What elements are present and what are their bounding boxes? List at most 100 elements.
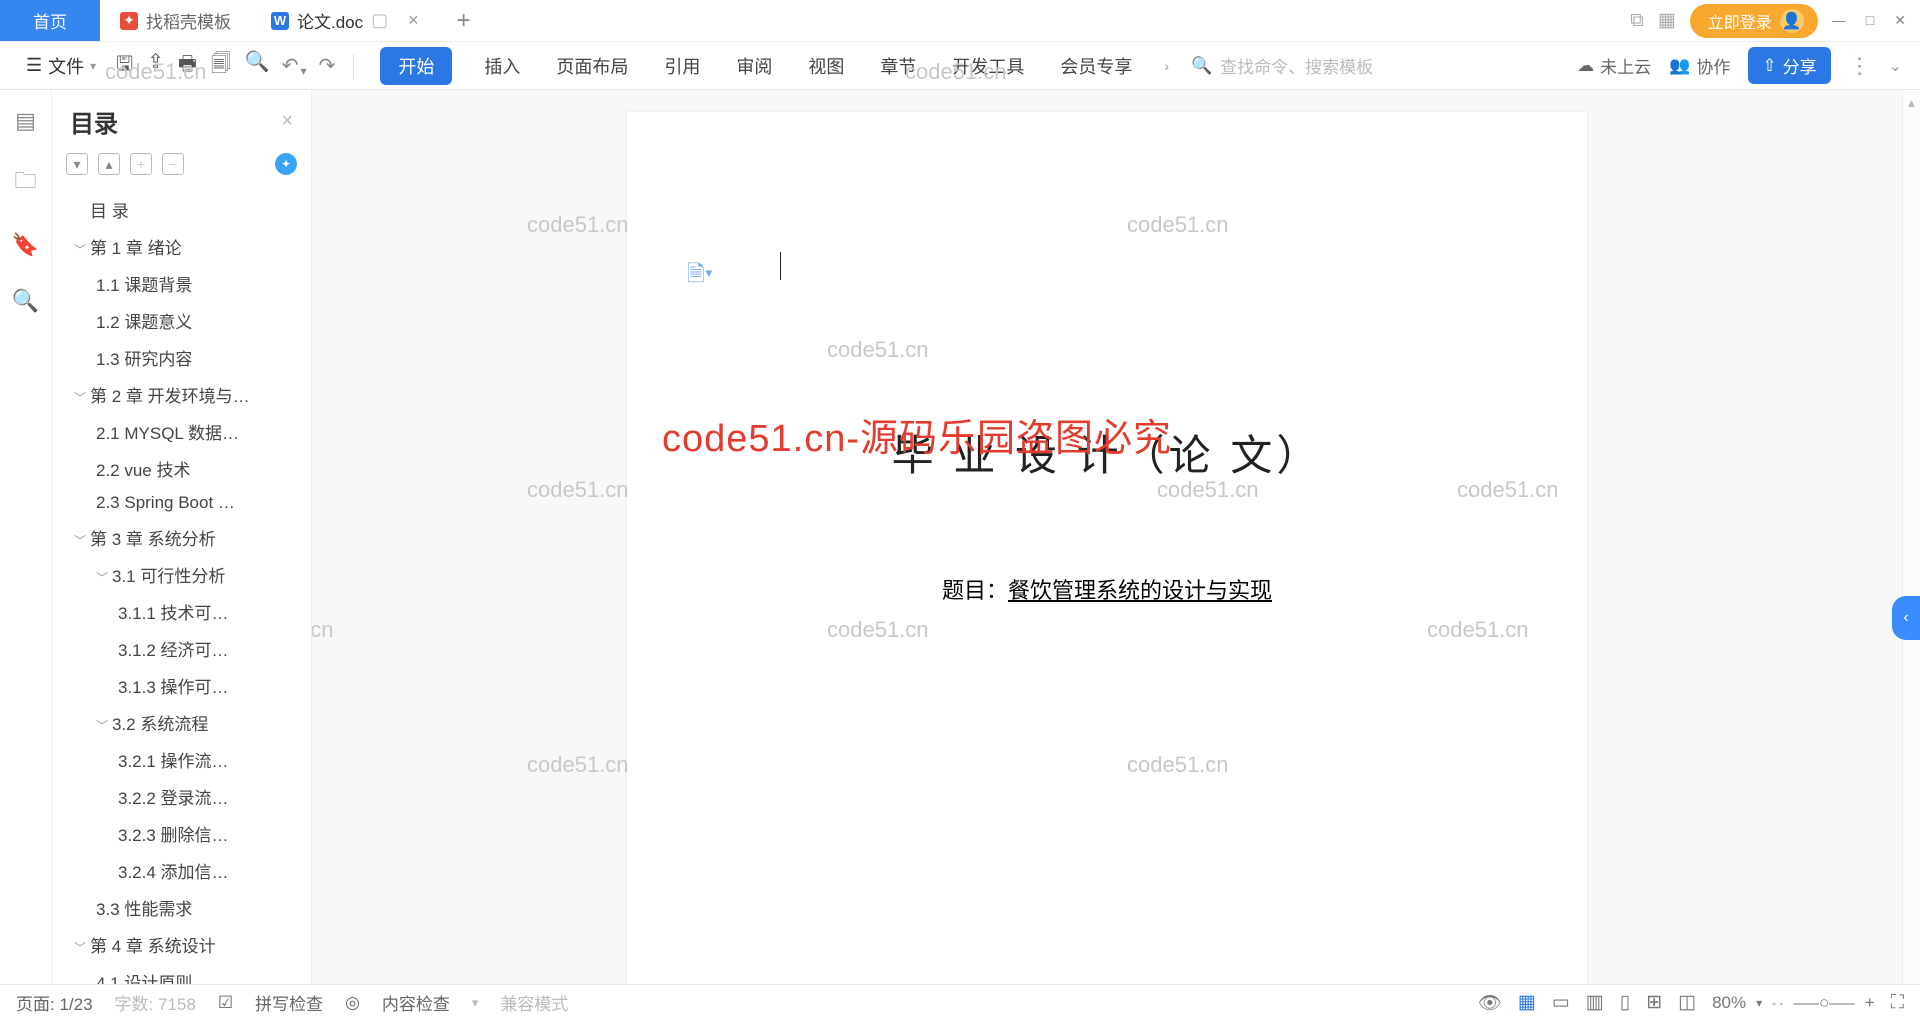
save-icon[interactable]: 🖫 [116,49,133,83]
word-icon: W [271,12,289,30]
ribbon-tab-dev[interactable]: 开发工具 [948,47,1028,85]
command-search[interactable]: 🔍 查找命令、搜索模板 [1191,53,1431,78]
outline-item[interactable]: 4.1 设计原则 [56,963,305,984]
view-read-icon[interactable]: ▯ [1620,991,1630,1014]
ribbon-tab-chapter[interactable]: 章节 [876,47,920,85]
outline-item[interactable]: 1.3 研究内容 [56,339,305,376]
tab-home[interactable]: 首页 [0,0,100,41]
outline-rail-icon[interactable]: ▤ [15,108,36,134]
collapse-ribbon[interactable]: ⌄ [1889,56,1902,76]
scroll-up-icon[interactable]: ▲ [1906,96,1918,110]
zoom-in-button[interactable]: + [1865,993,1875,1013]
title-tab-bar: 首页 ✦ 找稻壳模板 W 论文.doc ▢ × + ⧉ ▦ 立即登录 👤 — □… [0,0,1920,42]
note-icon[interactable]: ◫ [1678,991,1696,1014]
ribbon-tab-view[interactable]: 视图 [804,47,848,85]
document-page[interactable]: 🗎▾ 毕 业 设 计（论 文） 题目：餐饮管理系统的设计与实现 code51.c… [627,112,1587,984]
view-web-icon[interactable]: ▭ [1552,991,1570,1014]
ribbon-tab-layout[interactable]: 页面布局 [552,47,632,85]
content-check-label[interactable]: 内容检查 [382,990,450,1015]
outline-item[interactable]: ﹀第 1 章 绪论 [56,228,305,265]
outline-item[interactable]: ﹀第 2 章 开发环境与… [56,376,305,413]
outline-item[interactable]: 3.2.4 添加信… [56,852,305,889]
redo-button[interactable]: ↷ [319,53,336,78]
content-check-icon[interactable]: ◎ [345,993,360,1013]
zoom-slider[interactable]: ⎯⎯⎯○⎯⎯⎯ [1793,993,1854,1013]
files-rail-icon[interactable]: 🗀 [14,164,36,202]
subject-value: 餐饮管理系统的设计与实现 [1008,578,1272,603]
outline-item[interactable]: 2.2 vue 技术 [56,450,305,487]
outline-item[interactable]: 3.1.1 技术可… [56,593,305,630]
bookmark-rail-icon[interactable]: 🔖 [12,232,39,258]
outline-item[interactable]: ﹀第 4 章 系统设计 [56,926,305,963]
outline-item[interactable]: ﹀第 3 章 系统分析 [56,519,305,556]
page-indicator[interactable]: 页面: 1/23 [16,990,93,1015]
expand-all-icon[interactable]: ▴ [98,153,120,175]
view-page-icon[interactable]: ▦ [1518,991,1536,1014]
eye-icon[interactable]: 👁 [1478,991,1502,1015]
outline-item[interactable]: 3.2.3 删除信… [56,815,305,852]
close-button[interactable]: ✕ [1894,12,1906,29]
search-icon[interactable]: 🔍 [245,49,270,83]
cloud-status[interactable]: ☁ 未上云 [1577,53,1651,78]
outline-item[interactable]: 2.1 MYSQL 数据… [56,413,305,450]
spellcheck-toggle-icon[interactable]: ☑ [218,993,233,1013]
preview-icon[interactable]: 🗐 [211,49,231,83]
word-count[interactable]: 字数: 7158 [115,990,196,1015]
page-indicator-icon[interactable]: 🗎▾ [687,257,713,295]
outline-item[interactable]: 3.1.2 经济可… [56,630,305,667]
outline-item[interactable]: 1.2 课题意义 [56,302,305,339]
tab-document[interactable]: W 论文.doc ▢ × [251,0,439,41]
outline-item[interactable]: 3.2.2 登录流… [56,778,305,815]
close-tab-icon[interactable]: × [408,10,419,31]
layout-icon[interactable]: ⧉ [1630,10,1644,32]
login-button[interactable]: 立即登录 👤 [1690,4,1818,38]
ribbon-tab-start[interactable]: 开始 [380,47,452,85]
login-label: 立即登录 [1708,9,1772,33]
outline-item[interactable]: 3.3 性能需求 [56,889,305,926]
outline-item[interactable]: 目 录 [56,191,305,228]
ribbon-tab-insert[interactable]: 插入 [480,47,524,85]
watermark-grey: code51.cn [527,752,629,778]
vertical-scrollbar[interactable]: ▲ [1902,90,1920,984]
maximize-button[interactable]: □ [1866,12,1874,29]
template-icon: ✦ [120,12,138,30]
ribbon-tab-member[interactable]: 会员专享 [1056,47,1136,85]
outline-item[interactable]: 3.1.3 操作可… [56,667,305,704]
fullscreen-icon[interactable]: ⛶ [1891,992,1904,1014]
more-button[interactable]: ⋮ [1849,53,1871,79]
close-panel-icon[interactable]: × [281,110,293,133]
ribbon-tabs: 开始 插入 页面布局 引用 审阅 视图 章节 开发工具 会员专享 › [380,47,1169,85]
menu-button[interactable]: ☰ 文件 ▾ [18,49,104,83]
ribbon-tab-review[interactable]: 审阅 [732,47,776,85]
collab-button[interactable]: 👥 协作 [1669,53,1730,78]
zoom-control[interactable]: 80% ▾ - - ⎯⎯⎯○⎯⎯⎯ + [1712,993,1875,1013]
present-icon[interactable]: ▢ [371,10,388,31]
ribbon-tab-reference[interactable]: 引用 [660,47,704,85]
outline-item[interactable]: ﹀3.1 可行性分析 [56,556,305,593]
outline-item[interactable]: ﹀3.2 系统流程 [56,704,305,741]
side-handle[interactable]: ‹ [1892,596,1920,640]
apps-icon[interactable]: ▦ [1658,9,1676,32]
tools-icon[interactable]: ⊞ [1646,991,1662,1014]
zoom-out-button[interactable]: - - [1772,996,1783,1010]
find-rail-icon[interactable]: 🔍 [12,288,39,314]
undo-button[interactable]: ↶ [282,53,299,78]
add-icon[interactable]: + [130,153,152,175]
minimize-button[interactable]: — [1832,12,1846,29]
remove-icon[interactable]: − [162,153,184,175]
print-icon[interactable]: 🖶 [178,49,197,83]
view-outline-icon[interactable]: ▥ [1586,991,1604,1014]
ai-assistant-icon[interactable]: ✦ [275,153,297,175]
document-canvas[interactable]: 🗎▾ 毕 业 设 计（论 文） 题目：餐饮管理系统的设计与实现 code51.c… [312,90,1902,984]
collapse-all-icon[interactable]: ▾ [66,153,88,175]
outline-item[interactable]: 3.2.1 操作流… [56,741,305,778]
outline-item[interactable]: 1.1 课题背景 [56,265,305,302]
spellcheck-label[interactable]: 拼写检查 [255,990,323,1015]
subject-label: 题目： [942,578,1008,603]
export-icon[interactable]: ⇪ [147,49,164,83]
tab-templates[interactable]: ✦ 找稻壳模板 [100,0,251,41]
outline-item[interactable]: 2.3 Spring Boot … [56,487,305,519]
new-tab-button[interactable]: + [439,0,489,41]
share-button[interactable]: ⇧ 分享 [1748,47,1830,84]
ribbon-more[interactable]: › [1164,58,1169,74]
